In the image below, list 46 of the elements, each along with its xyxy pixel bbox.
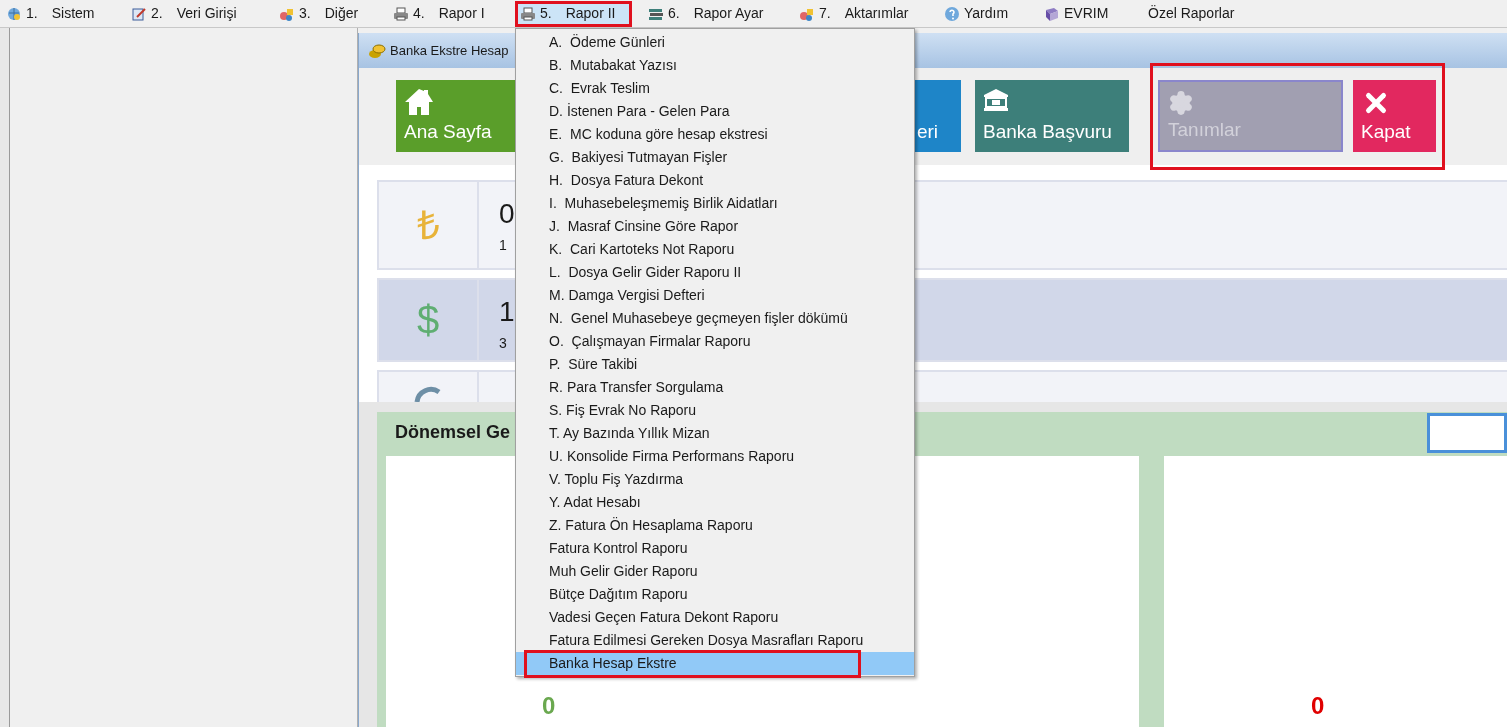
panel-value: 0 [1311, 692, 1325, 719]
menu-item[interactable]: L. Dosya Gelir Gider Raporu II [516, 261, 914, 284]
menu-item[interactable]: R. Para Transfer Sorgulama [516, 376, 914, 399]
card-value: 0 [499, 197, 515, 231]
menu-bar-item[interactable]: 6. Rapor Ayar [646, 0, 797, 27]
lira-sign-icon: ₺ [416, 195, 440, 255]
window-title: Banka Ekstre Hesap [390, 41, 509, 60]
menu-item[interactable]: O. Çalışmayan Firmalar Raporu [516, 330, 914, 353]
panel-value: 0 [542, 692, 556, 719]
menu-bar-item[interactable]: EVRIM [1042, 0, 1146, 27]
menu-bar-item[interactable]: 3. Diğer [277, 0, 391, 27]
menu-item[interactable]: N. Genel Muhasebeye geçmeyen fişler dökümü [516, 307, 914, 330]
panel-title: Dönemsel Ge [395, 421, 511, 444]
menu-bar-item[interactable]: 5. Rapor II [515, 0, 632, 27]
menu-bar-item[interactable]: 7. Aktarımlar [797, 0, 942, 27]
menu-item[interactable]: V. Toplu Fiş Yazdırma [516, 468, 914, 491]
menu-item[interactable]: K. Cari Kartoteks Not Raporu [516, 238, 914, 261]
menu-item[interactable]: I. Muhasebeleşmemiş Birlik Aidatları [516, 192, 914, 215]
menu-bar-item[interactable]: 1. Sistem [4, 0, 129, 27]
menu-item[interactable]: J. Masraf Cinsine Göre Rapor [516, 215, 914, 238]
menu-bar-item[interactable]: Yardım [942, 0, 1042, 27]
close-button[interactable]: Kapat [1353, 80, 1436, 152]
menu-item[interactable]: Banka Hesap Ekstre [516, 652, 914, 675]
menu-item[interactable]: Vadesi Geçen Fatura Dekont Raporu [516, 606, 914, 629]
menu-item[interactable]: Bütçe Dağıtım Raporu [516, 583, 914, 606]
menu-bar-item[interactable]: 2. Veri Girişi [129, 0, 277, 27]
card-note: 3 [499, 334, 508, 353]
menu-item[interactable]: T. Ay Bazında Yıllık Mizan [516, 422, 914, 445]
dollar-sign-icon: $ [416, 290, 440, 350]
menu-item[interactable]: Y. Adat Hesabı [516, 491, 914, 514]
menu-item[interactable]: Fatura Edilmesi Gereken Dosya Masrafları Raporu [516, 629, 914, 652]
card-note: 1 [499, 236, 508, 255]
menu-bar-item[interactable]: Özel Raporlar [1146, 0, 1286, 27]
menu-item[interactable]: A. Ödeme Günleri [516, 31, 914, 54]
menu-item[interactable]: Z. Fatura Ön Hesaplama Raporu [516, 514, 914, 537]
menu-item[interactable]: Fatura Kontrol Raporu [516, 537, 914, 560]
toolbar-button[interactable]: Banka Başvuru [975, 80, 1129, 152]
menu-item[interactable]: S. Fiş Evrak No Raporu [516, 399, 914, 422]
menu-item[interactable]: Muh Gelir Gider Raporu [516, 560, 914, 583]
menu-item[interactable]: U. Konsolide Firma Performans Raporu [516, 445, 914, 468]
card-value: 1 [499, 295, 515, 329]
menu-bar-item[interactable]: 4. Rapor I [391, 0, 515, 27]
menu-item[interactable]: P. Süre Takibi [516, 353, 914, 376]
menu-item[interactable]: B. Mutabakat Yazısı [516, 54, 914, 77]
menu-item[interactable]: H. Dosya Fatura Dekont [516, 169, 914, 192]
menu-item[interactable]: M. Damga Vergisi Defteri [516, 284, 914, 307]
